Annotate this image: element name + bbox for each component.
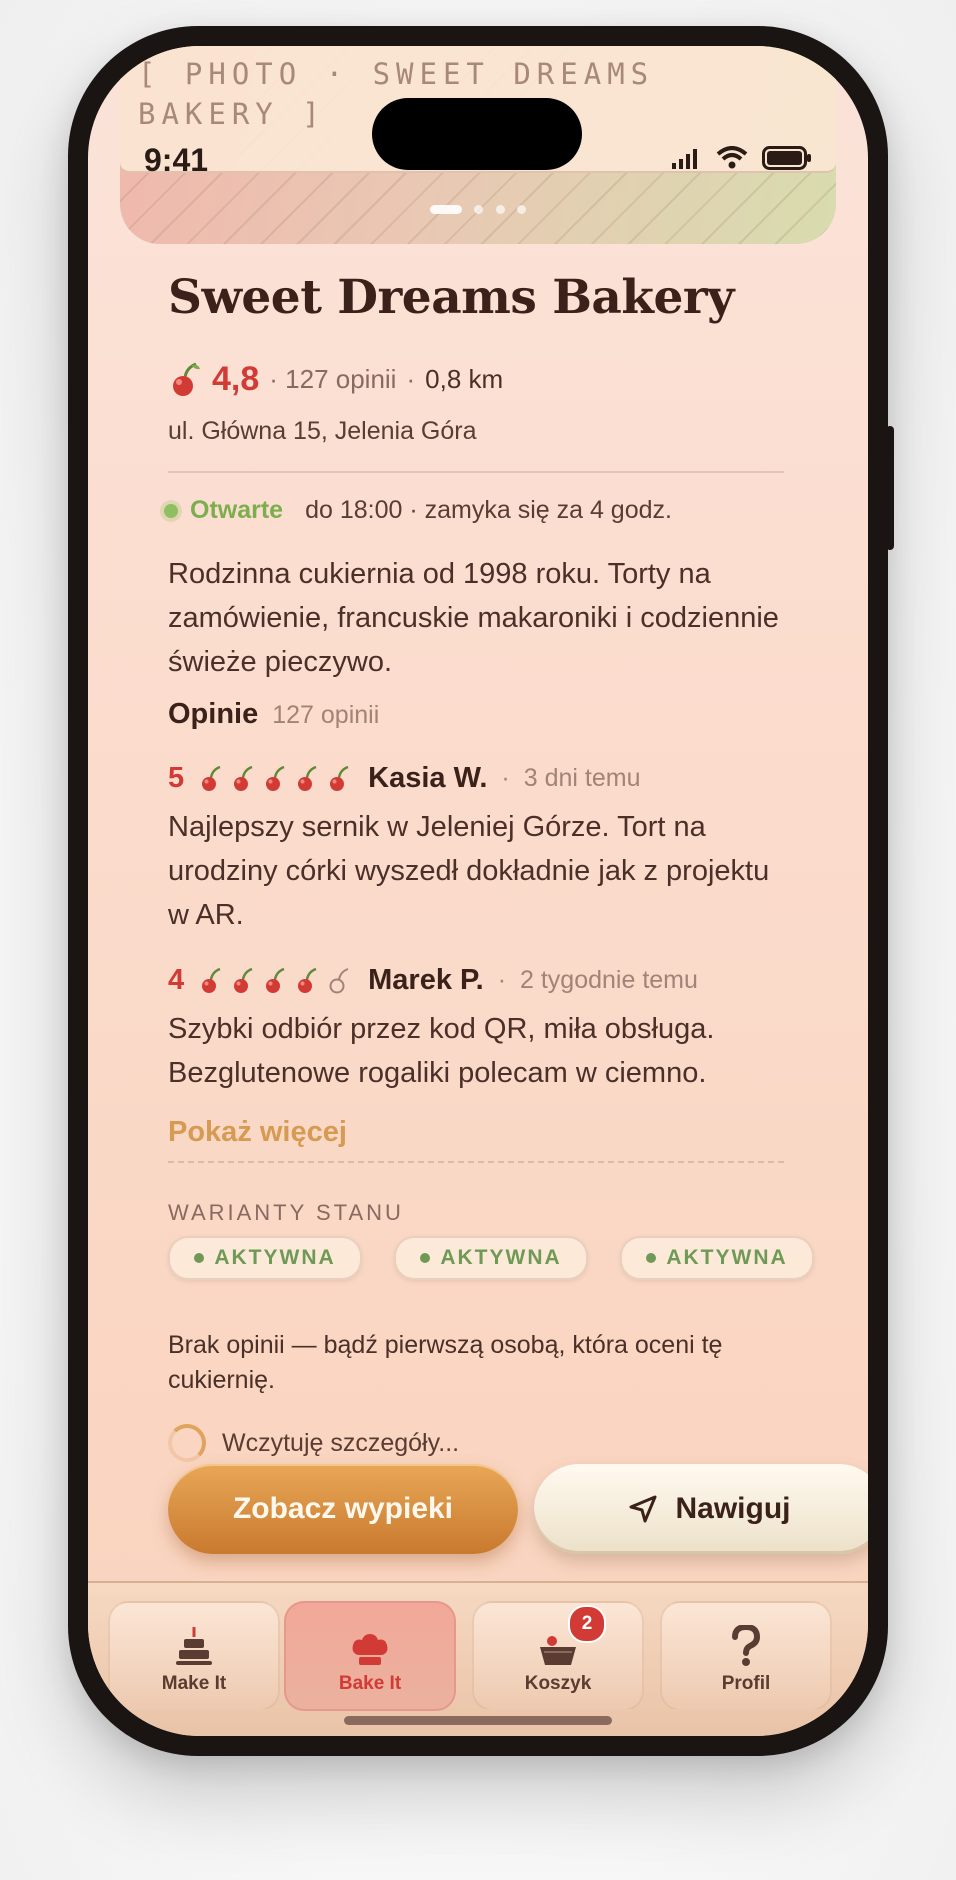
side-button [886, 426, 894, 550]
cherry-icon [202, 967, 221, 993]
review-item: 5 Kasia W. · 3 dni temu Najlepszy sernik… [168, 762, 784, 937]
navigate-label: Nawiguj [675, 1492, 791, 1525]
tab-label: Make It [161, 1673, 227, 1694]
tab-bar: Make It Bake It 2 Koszyk Profil [88, 1581, 868, 1736]
status-chip-label: AKTYWNA [440, 1246, 562, 1269]
reviews-header-count: 127 opinii [272, 701, 380, 729]
review-separator: · [497, 966, 507, 994]
status-chip-label: AKTYWNA [666, 1246, 788, 1269]
loading-text: Wczytuję szczegóły... [222, 1428, 460, 1457]
carousel-dot[interactable] [474, 205, 484, 215]
status-dot [194, 1253, 205, 1263]
cake-icon [176, 1627, 212, 1665]
open-status: Otwarte [190, 496, 284, 524]
status-chip-label: AKTYWNA [214, 1246, 336, 1269]
address[interactable]: ul. Główna 15, Jelenia Góra [168, 417, 477, 446]
meta-separator: · [406, 364, 416, 394]
signal-icon [672, 149, 697, 169]
cherry-icon [234, 765, 253, 791]
review-text: Szybki odbiór przez kod QR, miła obsługa… [168, 1013, 715, 1089]
chef-hat-icon [352, 1634, 388, 1665]
review-score: 4 [168, 964, 185, 996]
tab-label: Profil [721, 1673, 771, 1694]
show-more-link[interactable]: Pokaż więcej [168, 1116, 347, 1149]
status-dot [420, 1253, 431, 1263]
distance: 0,8 km [425, 364, 504, 394]
bakery-meta: 4,8 · 127 opinii · 0,8 km [168, 360, 503, 399]
carousel-dot[interactable] [495, 205, 505, 215]
loading-state: Wczytuję szczegóły... [168, 1424, 459, 1462]
tab-label: Bake It [338, 1673, 402, 1694]
cart-badge: 2 [568, 1605, 606, 1643]
carousel-dot[interactable] [517, 205, 527, 215]
review-cherries [198, 765, 352, 792]
review-author: Kasia W. [368, 762, 488, 794]
basket-icon [540, 1636, 576, 1665]
navigation-arrow-icon [629, 1495, 657, 1523]
open-status-dot [164, 503, 178, 518]
carousel-dot[interactable] [429, 205, 462, 215]
view-pastries-label: Zobacz wypieki [232, 1492, 454, 1525]
cherry-outline-icon [329, 967, 349, 993]
review-time: 3 dni temu [523, 764, 641, 792]
review-score: 5 [168, 762, 185, 794]
cherry-icon [202, 765, 221, 791]
tab-profile[interactable]: Profil [660, 1601, 832, 1711]
wifi-icon [716, 146, 748, 169]
tab-label: Koszyk [524, 1673, 592, 1694]
cherry-icon [298, 967, 317, 993]
review-item: 4 Marek P. · 2 tygodnie temu Szybki odbi… [168, 964, 784, 1095]
status-icons [672, 146, 812, 170]
screen: [ PHOTO · SWEET DREAMS BAKERY ] 9:41 Swe… [88, 46, 868, 1736]
hours-text: do 18:00 · zamyka się za 4 godz. [305, 496, 672, 524]
divider [168, 471, 784, 473]
cherry-icon [266, 967, 285, 993]
reviews-title: Opinie [168, 698, 259, 730]
bakery-name: Sweet Dreams Bakery [168, 270, 734, 325]
tab-make-it[interactable]: Make It [108, 1601, 280, 1711]
navigate-button[interactable]: Nawiguj [534, 1464, 868, 1554]
cherry-icon [330, 765, 349, 791]
cherry-icon [173, 362, 200, 396]
variant-chips: AKTYWNA AKTYWNA AKTYWNA [168, 1236, 814, 1280]
phone-frame: [ PHOTO · SWEET DREAMS BAKERY ] 9:41 Swe… [68, 26, 894, 1756]
review-separator: · [501, 764, 510, 792]
rating-value: 4,8 [212, 360, 260, 398]
opening-hours: Otwarte do 18:00 · zamyka się za 4 godz. [164, 496, 672, 525]
cherry-icon [298, 765, 317, 791]
status-dot [646, 1253, 657, 1263]
status-time: 9:41 [144, 142, 209, 178]
review-author: Marek P. [368, 964, 484, 996]
question-icon [732, 1625, 761, 1666]
cherry-icon [266, 765, 285, 791]
status-chip[interactable]: AKTYWNA [168, 1236, 362, 1280]
review-time: 2 tygodnie temu [520, 966, 698, 994]
status-chip[interactable]: AKTYWNA [620, 1236, 814, 1280]
variants-label: WARIANTY STANU [168, 1200, 404, 1225]
review-cherries [198, 967, 352, 994]
dashed-divider [168, 1161, 784, 1163]
tab-cart[interactable]: 2 Koszyk [472, 1601, 644, 1711]
cherry-icon [234, 967, 253, 993]
spinner-icon [168, 1424, 206, 1462]
home-indicator[interactable] [344, 1716, 612, 1725]
status-chip[interactable]: AKTYWNA [394, 1236, 588, 1280]
reviews-count[interactable]: · 127 opinii [269, 364, 396, 395]
reviews-header: Opinie 127 opinii [168, 698, 379, 731]
dynamic-island [372, 98, 582, 170]
battery-icon [762, 146, 811, 170]
bakery-description: Rodzinna cukiernia od 1998 roku. Torty n… [168, 558, 779, 678]
tab-bake-it[interactable]: Bake It [284, 1601, 456, 1711]
view-pastries-button[interactable]: Zobacz wypieki [168, 1464, 518, 1554]
empty-state-text: Brak opinii — bądź pierwszą osobą, która… [168, 1331, 723, 1394]
carousel-dots[interactable] [120, 201, 836, 219]
review-text: Najlepszy sernik w Jeleniej Górze. Tort … [168, 811, 770, 931]
